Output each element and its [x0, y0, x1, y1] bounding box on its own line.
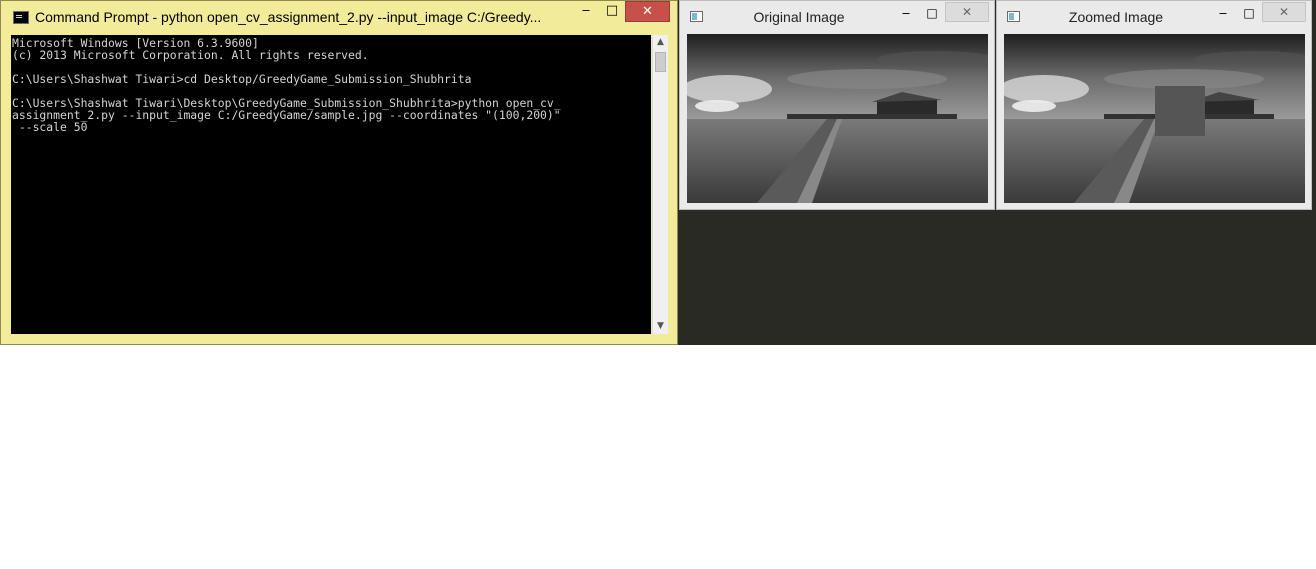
zoomed-region-patch	[1155, 86, 1205, 136]
cmd-titlebar[interactable]: Command Prompt - python open_cv_assignme…	[1, 1, 677, 34]
zoomed-image-window[interactable]: Zoomed Image ‒ □ ✕	[996, 0, 1312, 210]
console-line: --scale 50	[12, 120, 88, 134]
scrollbar-thumb[interactable]	[655, 52, 666, 72]
maximize-button[interactable]: □	[1239, 1, 1259, 25]
original-image-window[interactable]: Original Image ‒ □ ✕	[679, 0, 995, 210]
scroll-up-arrow-icon[interactable]: ▲	[653, 35, 668, 50]
console-scrollbar[interactable]: ▲ ▼	[652, 35, 668, 334]
close-button[interactable]: ✕	[945, 2, 989, 22]
maximize-button[interactable]: □	[601, 1, 623, 22]
console-line: assignment_2.py --input_image C:/GreedyG…	[12, 108, 561, 122]
cmd-app-icon[interactable]	[13, 11, 29, 24]
zoomed-image-photo	[1004, 34, 1305, 203]
cmd-window-title: Command Prompt - python open_cv_assignme…	[35, 9, 542, 25]
original-image-title: Original Image	[753, 9, 845, 25]
maximize-button[interactable]: □	[922, 1, 942, 25]
minimize-button[interactable]: ‒	[896, 1, 916, 25]
console-output[interactable]: Microsoft Windows [Version 6.3.9600] (c)…	[11, 35, 651, 334]
original-image-photo	[687, 34, 988, 203]
minimize-button[interactable]: ‒	[1213, 1, 1233, 25]
console-line: C:\Users\Shashwat Tiwari>cd Desktop/Gree…	[12, 72, 472, 86]
close-button[interactable]: ✕	[625, 1, 670, 22]
command-prompt-window[interactable]: Command Prompt - python open_cv_assignme…	[0, 0, 678, 345]
scroll-down-arrow-icon[interactable]: ▼	[653, 319, 668, 334]
minimize-button[interactable]: ‒	[575, 1, 597, 22]
zoomed-image-title: Zoomed Image	[1068, 9, 1164, 25]
console-line: (c) 2013 Microsoft Corporation. All righ…	[12, 48, 369, 62]
pier-photo-drawing	[687, 34, 988, 203]
close-button[interactable]: ✕	[1262, 2, 1306, 22]
